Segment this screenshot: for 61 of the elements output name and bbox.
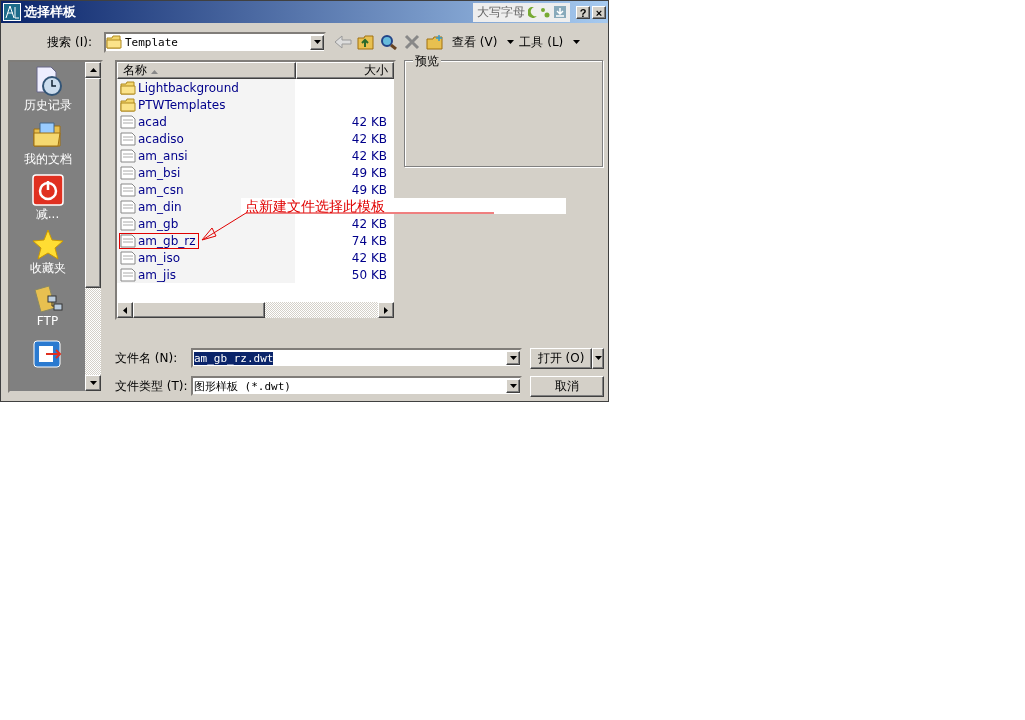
folder-icon (120, 97, 136, 112)
file-size: 74 KB (350, 233, 387, 248)
more-arrow-icon[interactable] (573, 40, 581, 44)
moon-icon (528, 6, 537, 18)
open-button[interactable]: 打开 (O) (530, 347, 592, 369)
places-item[interactable]: 我的文档 (23, 119, 72, 174)
places-label: 收藏夹 (29, 260, 66, 277)
app-logo-icon (3, 3, 21, 21)
folder-icon (106, 35, 122, 49)
file-name-label: 文件名 (N): (115, 349, 179, 367)
cancel-button[interactable]: 取消 (530, 375, 604, 397)
search-label: 搜索 (I): (46, 33, 93, 51)
power-icon (31, 173, 64, 206)
scroll-left-icon[interactable] (117, 302, 133, 318)
scroll-right-icon[interactable] (378, 302, 394, 318)
scroll-down-icon[interactable] (85, 375, 101, 391)
caret-icon[interactable] (507, 40, 515, 44)
column-header[interactable]: 大小 (295, 62, 394, 79)
places-label: 历史记录 (23, 97, 72, 114)
file-size: 50 KB (350, 267, 387, 282)
close-button[interactable]: × (592, 5, 606, 19)
horizontal-scrollbar[interactable] (117, 302, 394, 318)
folder-network-icon (31, 282, 64, 315)
dots-icon (540, 6, 551, 18)
ime-status-text: 大写字母 (477, 3, 525, 21)
file-size: 49 KB (350, 165, 387, 180)
star-icon (31, 228, 64, 260)
view-menu[interactable]: 查看 (V) (452, 33, 498, 51)
column-header[interactable]: 名称 (117, 62, 296, 79)
file-name-field[interactable]: am_gb_rz.dwt (191, 348, 522, 368)
places-item[interactable]: 历史记录 (23, 65, 72, 120)
sort-ascending-icon (150, 70, 158, 74)
file-size: 49 KB (350, 182, 387, 197)
file-size: 42 KB (350, 250, 387, 265)
window-title: 选择样板 (24, 3, 77, 21)
scroll-thumb[interactable] (133, 302, 265, 318)
places-item[interactable]: 减... (31, 173, 64, 228)
file-size: 42 KB (350, 131, 387, 146)
up-folder-icon[interactable] (357, 34, 375, 50)
places-label: FTP (36, 314, 59, 329)
preview-label: 预览 (413, 53, 441, 70)
scrollbar[interactable] (85, 62, 101, 391)
file-size: 42 KB (350, 114, 387, 129)
places-item[interactable]: FTP (31, 282, 64, 337)
location-dropdown[interactable]: Template (104, 31, 326, 53)
file-type-label: 文件类型 (T): (115, 377, 189, 395)
places-item[interactable]: 收藏夹 (29, 228, 66, 283)
file-size: 42 KB (350, 216, 387, 231)
file-item[interactable]: am_din (119, 198, 185, 215)
places-label: 减... (35, 205, 60, 223)
tools-menu[interactable]: 工具 (L) (519, 33, 564, 51)
scroll-thumb[interactable] (85, 78, 101, 288)
help-button[interactable]: ? (576, 5, 590, 19)
annotation-text: 点新建文件选择此模板 (241, 198, 566, 214)
places-label: 我的文档 (23, 151, 72, 169)
search-icon[interactable] (380, 34, 398, 50)
folder-icon (120, 80, 136, 95)
file-type-dropdown[interactable]: 图形样板 (*.dwt) (191, 376, 522, 396)
file-size: 42 KB (350, 148, 387, 163)
scroll-up-icon[interactable] (85, 62, 101, 78)
file-item[interactable]: am_gb_rz (119, 232, 199, 249)
